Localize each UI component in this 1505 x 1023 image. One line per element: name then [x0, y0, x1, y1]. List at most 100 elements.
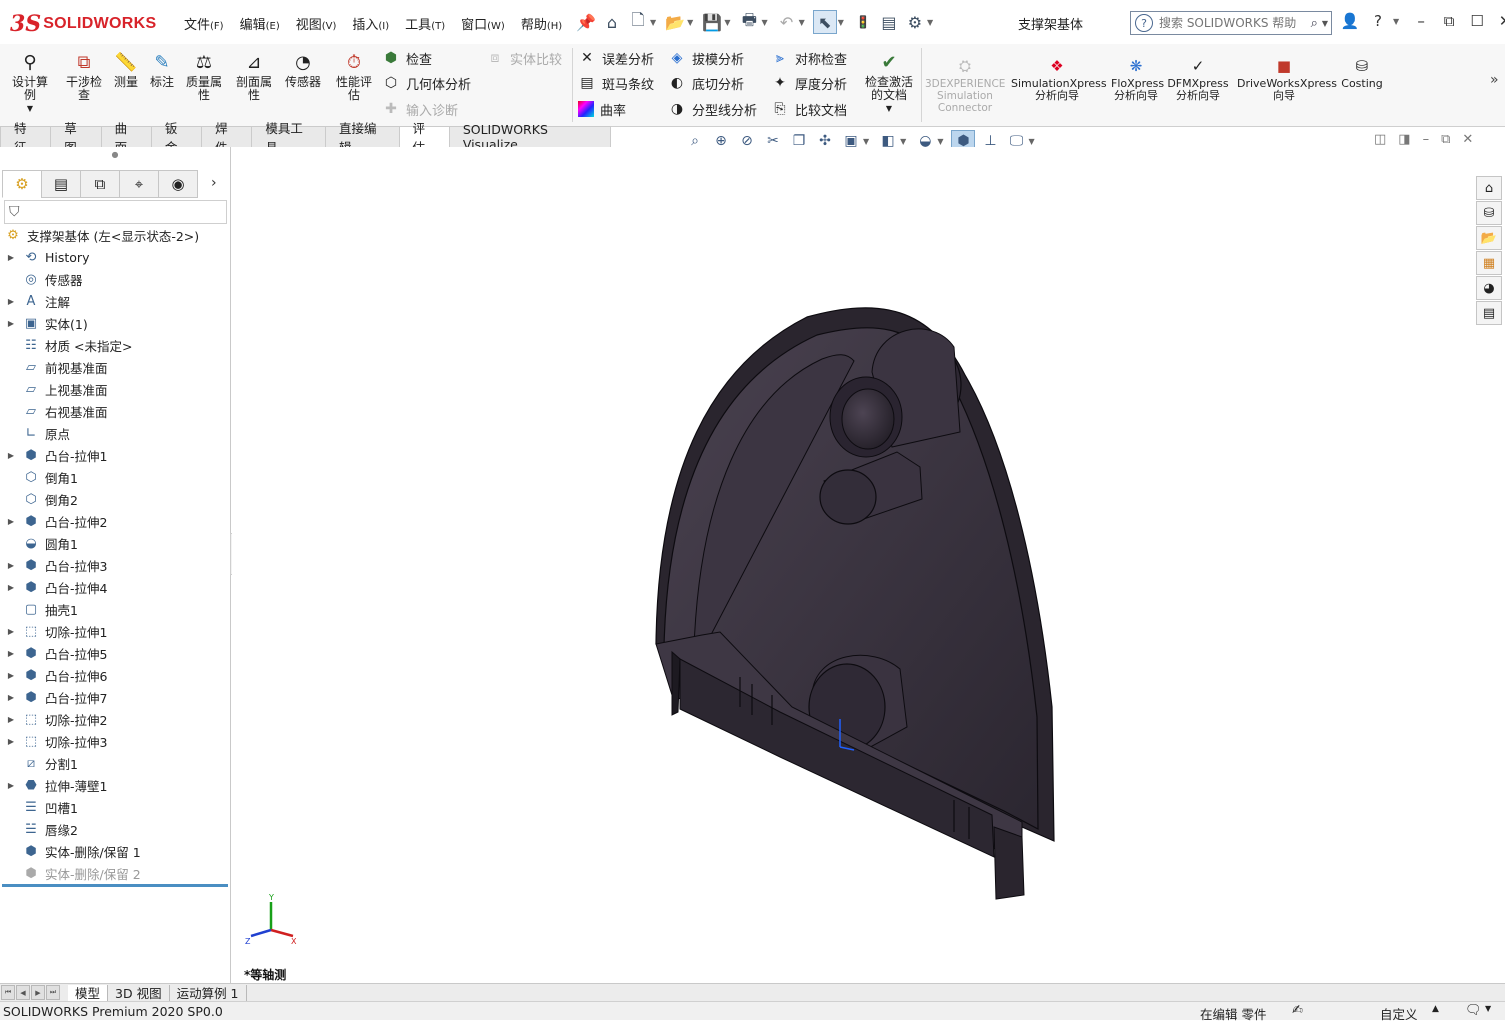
tree-item[interactable]: ▢ 抽壳1	[0, 598, 78, 620]
expand-arrow-icon[interactable]: ▶	[6, 715, 16, 724]
close-icon[interactable]: ✕	[1495, 10, 1505, 32]
expand-arrow-icon[interactable]: ▶	[6, 253, 16, 262]
appearance-dropdown-icon[interactable]: ▼	[937, 137, 943, 146]
tab-sheet-metal[interactable]: 钣金	[150, 121, 203, 155]
tree-item[interactable]: ▶ ⬚ 切除-拉伸2	[0, 708, 108, 730]
tree-item[interactable]: ⧄ 分割1	[0, 752, 78, 774]
thickness-analysis-button[interactable]: ✦ 厚度分析	[771, 72, 847, 94]
appearances-scenes-icon[interactable]: ◕	[1476, 276, 1502, 300]
custom-properties-icon[interactable]: ▤	[1476, 301, 1502, 325]
tree-item[interactable]: ▶ ⬢ 凸台-拉伸4	[0, 576, 108, 598]
tree-item[interactable]: ◎ 传感器	[0, 268, 82, 290]
expand-arrow-icon[interactable]: ▶	[6, 517, 16, 526]
3dexperience-connector-button[interactable]: ⛭ 3DEXPERIENCE Simulation Connector	[924, 56, 1006, 115]
search-magnifier-icon[interactable]: ⌕	[1311, 16, 1318, 31]
tab-evaluate[interactable]: 评估	[398, 121, 450, 155]
print-dropdown-icon[interactable]: ▼	[761, 18, 767, 27]
options-gear-icon[interactable]: ⚙	[904, 11, 926, 33]
minimize-icon[interactable]: –	[1411, 10, 1431, 32]
viewport-minimize-icon[interactable]: –	[1423, 132, 1430, 147]
expand-arrow-icon[interactable]: ▶	[6, 671, 16, 680]
menu-tools[interactable]: 工具(T)	[397, 12, 453, 35]
tab-model[interactable]: 模型	[68, 984, 109, 1001]
tree-filter-box[interactable]: ⛉	[4, 200, 227, 224]
undo-dropdown-icon[interactable]: ▼	[799, 18, 805, 27]
tree-item[interactable]: ⬡ 倒角2	[0, 488, 78, 510]
dfmxpress-button[interactable]: ✓ DFMXpress 分析向导	[1166, 56, 1230, 102]
undo-icon[interactable]: ↶	[776, 11, 798, 33]
panel-next-chevron-icon[interactable]: ›	[211, 175, 217, 191]
tree-item[interactable]: ◒ 圆角1	[0, 532, 78, 554]
tree-item[interactable]: ▶ ⬚ 切除-拉伸1	[0, 620, 108, 642]
monitor-dropdown-icon[interactable]: ▼	[1028, 137, 1034, 146]
maximize-icon[interactable]: ☐	[1467, 10, 1487, 32]
tree-item[interactable]: ▱ 右视基准面	[0, 400, 108, 422]
expand-arrow-icon[interactable]: ▶	[6, 297, 16, 306]
expand-arrow-icon[interactable]: ▶	[6, 627, 16, 636]
hide-show-dropdown-icon[interactable]: ▼	[900, 137, 906, 146]
expand-arrow-icon[interactable]: ▶	[6, 451, 16, 460]
help-search-box[interactable]: ? ⌕ ▼	[1130, 11, 1332, 35]
tree-root[interactable]: ⚙ 支撑架基体 (左<显示状态-2>)	[0, 224, 199, 246]
markup-button[interactable]: ✎ 标注	[146, 50, 178, 89]
prev-tab-arrow-icon[interactable]: ◀	[16, 985, 30, 1000]
unit-system-arrow-icon[interactable]: ▲	[1432, 1004, 1439, 1014]
tree-item[interactable]: ▶ ⬣ 拉伸-薄壁1	[0, 774, 108, 796]
tree-item[interactable]: ▱ 上视基准面	[0, 378, 108, 400]
help-icon[interactable]: ?	[1368, 10, 1388, 32]
help-search-input[interactable]	[1157, 15, 1311, 31]
tree-item[interactable]: ☷ 材质 <未指定>	[0, 334, 132, 356]
expand-arrow-icon[interactable]: ▶	[6, 737, 16, 746]
expand-arrow-icon[interactable]: ▶	[6, 649, 16, 658]
featuremanager-tab-icon[interactable]: ⚙	[2, 170, 41, 198]
home-icon[interactable]: ⌂	[601, 11, 623, 33]
solidworks-resources-icon[interactable]: ⌂	[1476, 176, 1502, 200]
dimxpert-tab-icon[interactable]: ⌖	[119, 170, 158, 198]
help-dropdown-icon[interactable]: ▼	[1393, 17, 1399, 26]
tree-item[interactable]: ⬢ 实体-删除/保留 2	[0, 862, 140, 884]
tab-mold-tools[interactable]: 模具工具	[251, 121, 326, 155]
tab-direct-editing[interactable]: 直接编辑	[324, 121, 400, 155]
ribbon-overflow-chevron-icon[interactable]: »	[1490, 72, 1499, 88]
display-manager-tab-icon[interactable]: ◉	[158, 170, 198, 198]
mass-properties-button[interactable]: ⚖ 质量属性	[182, 50, 226, 102]
open-dropdown-icon[interactable]: ▼	[687, 18, 693, 27]
print-icon[interactable]: 🖶	[738, 10, 760, 33]
costing-button[interactable]: ⛁ Costing	[1336, 56, 1388, 90]
open-icon[interactable]: 📂	[664, 11, 686, 33]
rebuild-traffic-light-icon[interactable]: 🚦	[852, 11, 874, 33]
tree-item[interactable]: ▶ ⬢ 凸台-拉伸5	[0, 642, 108, 664]
graphics-area[interactable]	[232, 147, 1476, 983]
save-icon[interactable]: 💾	[701, 11, 723, 33]
tree-item[interactable]: ☰ 凹槽1	[0, 796, 78, 818]
tile-windows-icon[interactable]: ⧉	[1439, 10, 1459, 32]
performance-evaluation-button[interactable]: ⏱ 性能评估	[332, 50, 376, 102]
tab-features[interactable]: 特征	[0, 121, 52, 155]
tree-item[interactable]: ▶ ⬢ 凸台-拉伸2	[0, 510, 108, 532]
design-study-button[interactable]: ⚲ 设计算例 ▼	[8, 50, 52, 115]
import-diagnostics-button[interactable]: ✚ 输入诊断	[382, 98, 458, 120]
simulationxpress-button[interactable]: ❖ SimulationXpress 分析向导	[1010, 56, 1107, 102]
body-compare-button[interactable]: ⧈ 实体比较	[486, 47, 562, 69]
undercut-analysis-button[interactable]: ◐ 底切分析	[668, 72, 744, 94]
reference-triad[interactable]: Y X Z	[243, 892, 303, 952]
menu-view[interactable]: 视图(V)	[288, 12, 345, 35]
compare-documents-button[interactable]: ⎘ 比较文档	[771, 98, 847, 120]
viewport-restore-left-icon[interactable]: ◫	[1374, 132, 1386, 147]
tree-item[interactable]: ▶ A 注解	[0, 290, 70, 312]
tree-item[interactable]: ▶ ⟲ History	[0, 246, 90, 268]
geometry-analysis-button[interactable]: ⬡ 几何体分析	[382, 72, 471, 94]
tree-item[interactable]: ▶ ⬢ 凸台-拉伸7	[0, 686, 108, 708]
select-pointer-icon[interactable]: ⬉	[812, 10, 837, 34]
tree-item[interactable]: ▶ ⬢ 凸台-拉伸1	[0, 444, 108, 466]
design-library-icon[interactable]: ⛁	[1476, 201, 1502, 225]
tree-item[interactable]: ▶ ⬚ 切除-拉伸3	[0, 730, 108, 752]
tree-item[interactable]: ▶ ▣ 实体(1)	[0, 312, 88, 334]
interference-detection-button[interactable]: ⧉ 干涉检查	[62, 50, 106, 102]
next-tab-arrow-icon[interactable]: ▶	[31, 985, 45, 1000]
tab-motion-study-1[interactable]: 运动算例 1	[170, 984, 247, 1001]
menu-file[interactable]: 文件(F)	[176, 12, 232, 35]
floxpress-button[interactable]: ❋ FloXpress 分析向导	[1108, 56, 1164, 102]
draft-analysis-button[interactable]: ◈ 拔模分析	[668, 47, 744, 69]
symmetry-check-button[interactable]: ⫸ 对称检查	[771, 47, 847, 69]
